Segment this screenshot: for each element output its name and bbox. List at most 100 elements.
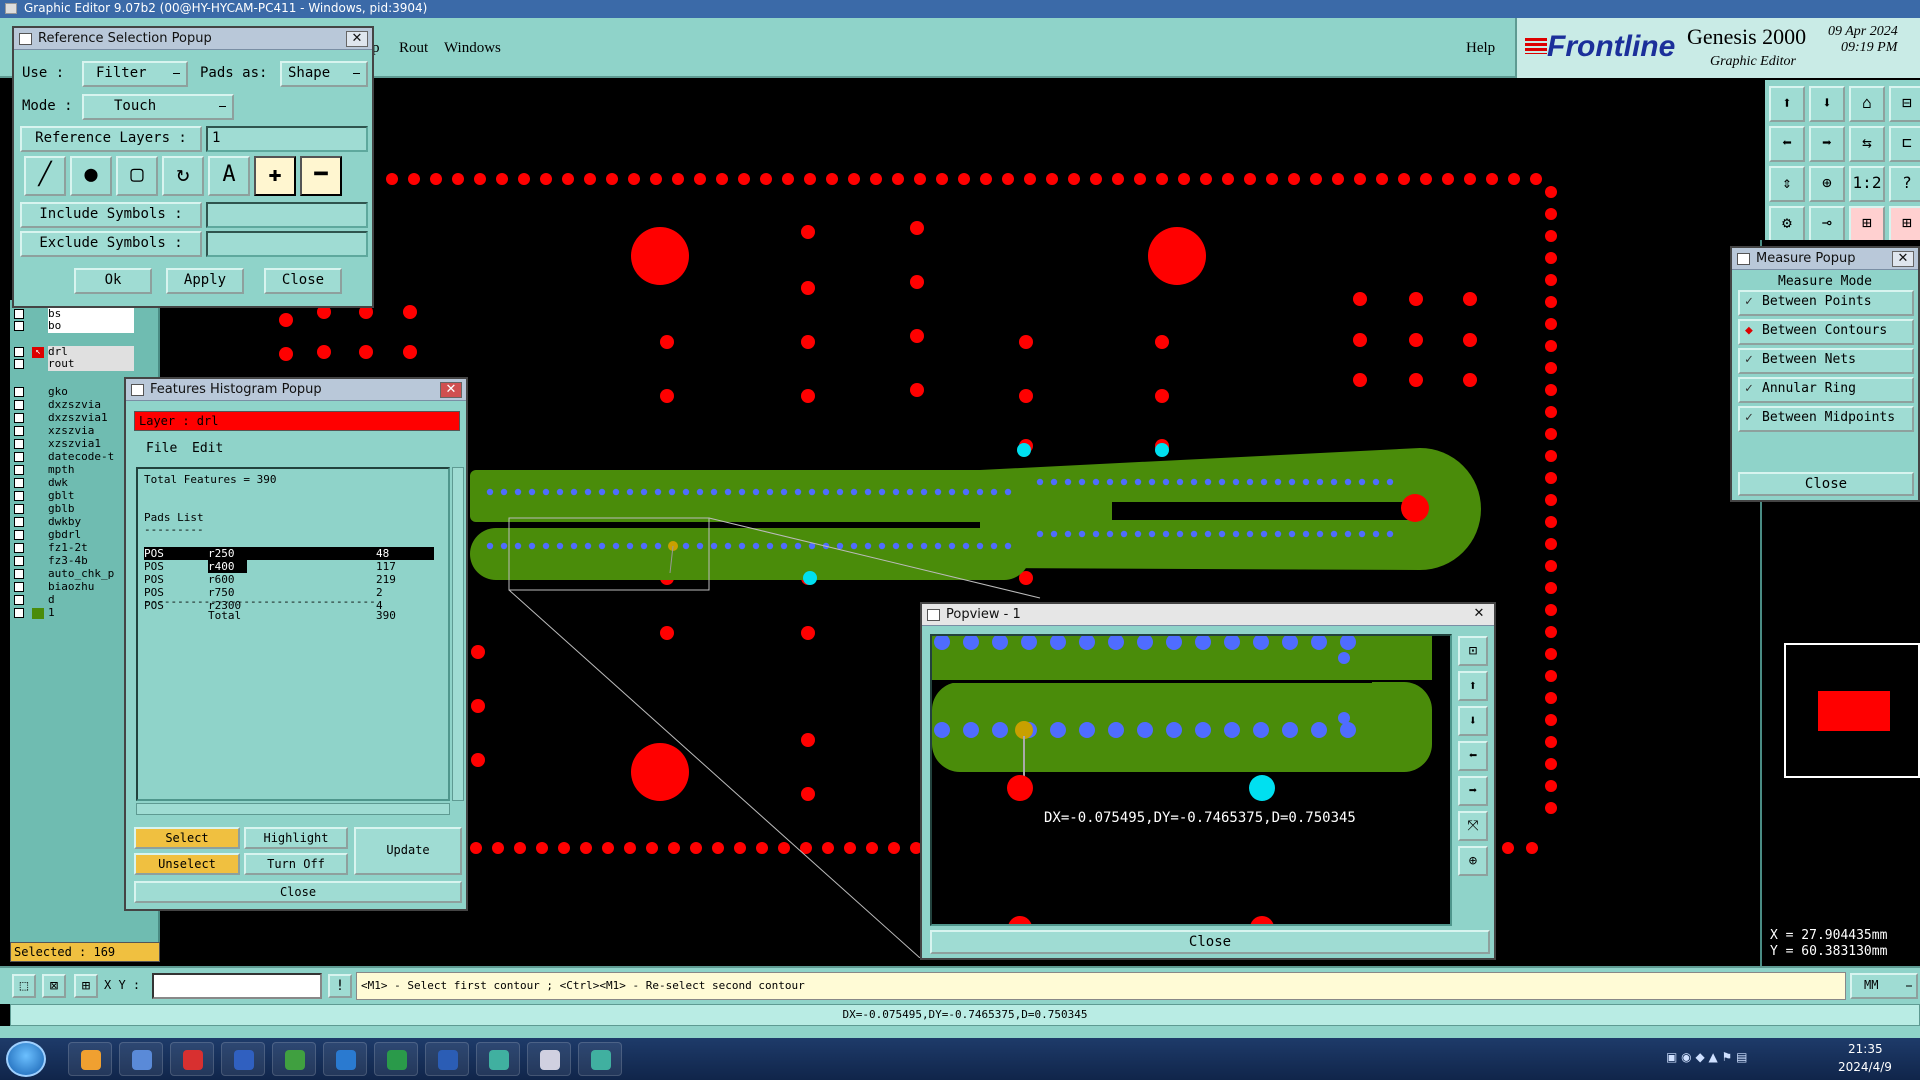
turn-off-button[interactable]: Turn Off <box>244 853 348 875</box>
unselect-button[interactable]: Unselect <box>134 853 240 875</box>
mode-dropdown[interactable]: Touch ⎯ <box>82 94 234 120</box>
start-button[interactable] <box>6 1041 46 1077</box>
layer-checkbox[interactable] <box>14 491 24 501</box>
histogram-close-button[interactable]: Close <box>134 881 462 903</box>
histogram-vscrollbar[interactable] <box>452 467 464 801</box>
surface-icon[interactable]: ▢ <box>116 156 158 196</box>
close-icon[interactable]: ✕ <box>1468 607 1490 623</box>
layer-checkbox[interactable] <box>14 439 24 449</box>
layer-checkbox[interactable] <box>14 321 24 331</box>
pad-icon[interactable]: ● <box>70 156 112 196</box>
include-symbols-field[interactable] <box>206 202 368 228</box>
layer-checkbox[interactable] <box>14 465 24 475</box>
layer-checkbox[interactable] <box>14 608 24 618</box>
menu-item-rout[interactable]: Rout <box>399 40 428 57</box>
scale-icon[interactable]: 1:2 <box>1849 166 1885 202</box>
measure-close-button[interactable]: Close <box>1738 472 1914 496</box>
layer-checkbox[interactable] <box>14 309 24 319</box>
notes-app-icon[interactable] <box>119 1042 163 1076</box>
help-icon[interactable]: ? <box>1889 166 1920 202</box>
overview-map[interactable] <box>1784 643 1920 778</box>
update-button[interactable]: Update <box>354 827 462 875</box>
layer-checkbox[interactable] <box>14 359 24 369</box>
layer-row[interactable]: bo <box>10 320 160 333</box>
popview-close-button[interactable]: Close <box>930 930 1490 954</box>
measure-option[interactable]: ✓ Between Midpoints <box>1738 406 1914 432</box>
close-button[interactable]: Close <box>264 268 342 294</box>
home-icon[interactable]: ⌂ <box>1849 86 1885 122</box>
pan-left-icon[interactable]: ⬅ <box>1458 741 1488 771</box>
swap-icon[interactable]: ⇆ <box>1849 126 1885 162</box>
plus-icon[interactable]: ✚ <box>254 156 296 196</box>
tool-icon-a[interactable]: ⬚ <box>12 974 36 998</box>
ref-layers-button[interactable]: Reference Layers : <box>20 126 202 152</box>
histogram-row[interactable]: POS r250 48 <box>144 547 434 560</box>
save-app-icon[interactable] <box>221 1042 265 1076</box>
pan-right-icon[interactable]: ➡ <box>1458 776 1488 806</box>
eye-app-icon[interactable] <box>476 1042 520 1076</box>
view-down-icon[interactable]: ⬇ <box>1809 86 1845 122</box>
apply-button[interactable]: Apply <box>166 268 244 294</box>
layer-checkbox[interactable] <box>14 543 24 553</box>
shell-app-icon[interactable] <box>68 1042 112 1076</box>
fit-icon[interactable]: ⇕ <box>1769 166 1805 202</box>
close-icon[interactable]: ✕ <box>346 31 368 47</box>
menu-item-help[interactable]: Help <box>1466 40 1495 57</box>
zoom-out-icon[interactable]: ⬇ <box>1458 706 1488 736</box>
layer-checkbox[interactable] <box>14 569 24 579</box>
histogram-row[interactable]: POS r400 117 <box>144 560 434 573</box>
measure-option[interactable]: ✓ Between Nets <box>1738 348 1914 374</box>
layer-checkbox[interactable] <box>14 478 24 488</box>
zoom-area-icon[interactable]: ⊕ <box>1458 846 1488 876</box>
word-app-icon[interactable] <box>425 1042 469 1076</box>
window-icon[interactable]: ⊟ <box>1889 86 1920 122</box>
measure-option[interactable]: ✓ Annular Ring <box>1738 377 1914 403</box>
pads-dropdown[interactable]: Shape ⎯ <box>280 61 368 87</box>
histogram-row[interactable]: POS r600 219 <box>144 573 434 586</box>
text-icon[interactable]: A <box>208 156 250 196</box>
layer-checkbox[interactable] <box>14 504 24 514</box>
measure-option[interactable]: ✓ Between Points <box>1738 290 1914 316</box>
zoom-home-icon[interactable]: ⤧ <box>1458 811 1488 841</box>
select-button[interactable]: Select <box>134 827 240 849</box>
include-symbols-button[interactable]: Include Symbols : <box>20 202 202 228</box>
layer-checkbox[interactable] <box>14 530 24 540</box>
layer-checkbox[interactable] <box>14 595 24 605</box>
snap-icon[interactable]: ⚙ <box>1769 206 1805 242</box>
layer-checkbox[interactable] <box>14 413 24 423</box>
excel-app-icon[interactable] <box>374 1042 418 1076</box>
grid-icon[interactable]: ⊞ <box>74 974 98 998</box>
popview-canvas[interactable]: DX=-0.075495,DY=-0.7465375,D=0.750345 <box>930 634 1452 926</box>
ref-layers-field[interactable]: 1 <box>206 126 368 152</box>
xy-input[interactable] <box>152 973 322 999</box>
arrow-app-icon[interactable] <box>323 1042 367 1076</box>
layer-checkbox[interactable] <box>14 517 24 527</box>
close-icon[interactable]: ✕ <box>1892 251 1914 267</box>
pen-app-icon[interactable] <box>272 1042 316 1076</box>
exclude-symbols-button[interactable]: Exclude Symbols : <box>20 231 202 257</box>
zoom-in-icon[interactable]: ⬆ <box>1458 671 1488 701</box>
arc-icon[interactable]: ↻ <box>162 156 204 196</box>
exclude-symbols-field[interactable] <box>206 231 368 257</box>
zoom-icon[interactable]: ⊕ <box>1809 166 1845 202</box>
measure-option[interactable]: ◆ Between Contours <box>1738 319 1914 345</box>
layer-checkbox[interactable] <box>14 347 24 357</box>
layer-row[interactable]: rout <box>10 358 160 371</box>
menu-file[interactable]: File <box>146 441 177 456</box>
highlight-button[interactable]: Highlight <box>244 827 348 849</box>
ok-button[interactable]: Ok <box>74 268 152 294</box>
measure-icon[interactable]: ⊸ <box>1809 206 1845 242</box>
units-dropdown[interactable]: MM ⎯ <box>1850 973 1918 999</box>
eye2-app-icon[interactable] <box>578 1042 622 1076</box>
grid-icon[interactable]: ⊞ <box>1849 206 1885 242</box>
genesis-app-icon[interactable] <box>527 1042 571 1076</box>
histogram-text-area[interactable]: Total Features = 390 Pads List ---------… <box>136 467 450 801</box>
line-icon[interactable]: ╱ <box>24 156 66 196</box>
media-app-icon[interactable] <box>170 1042 214 1076</box>
tool-icon-b[interactable]: ⊠ <box>42 974 66 998</box>
use-dropdown[interactable]: Filter ⎯ <box>82 61 188 87</box>
fit-icon[interactable]: ⊡ <box>1458 636 1488 666</box>
layer-checkbox[interactable] <box>14 452 24 462</box>
minus-icon[interactable]: ━ <box>300 156 342 196</box>
layer-checkbox[interactable] <box>14 556 24 566</box>
